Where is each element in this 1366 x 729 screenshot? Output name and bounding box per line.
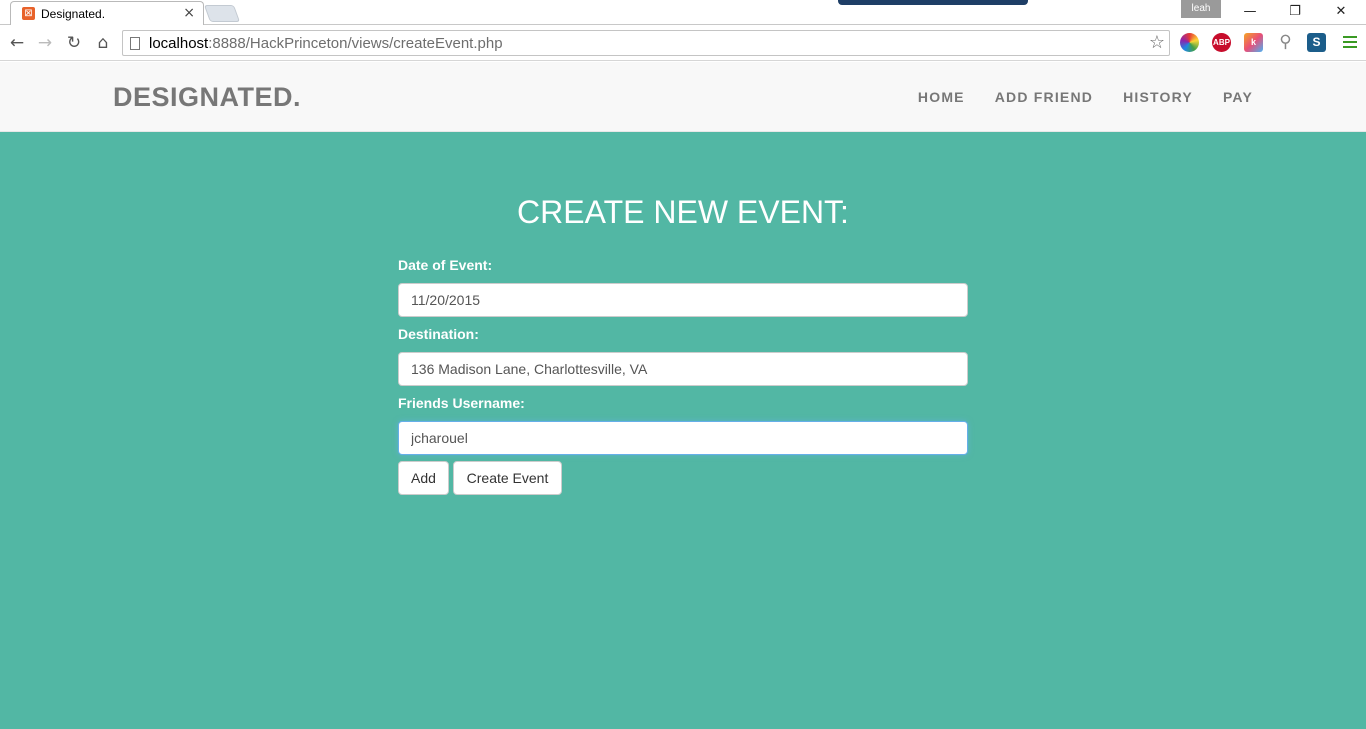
k-extension-icon[interactable]: k (1244, 33, 1263, 52)
new-tab-button[interactable] (203, 5, 241, 22)
address-bar[interactable]: localhost:8888/HackPrinceton/views/creat… (122, 30, 1170, 56)
page-title: CREATE NEW EVENT: (517, 194, 849, 230)
date-field[interactable] (398, 283, 968, 317)
restore-window-icon[interactable]: ❐ (1277, 2, 1313, 22)
destination-field[interactable] (398, 352, 968, 386)
minimize-window-icon[interactable]: — (1232, 2, 1268, 22)
create-event-button[interactable]: Create Event (453, 461, 562, 495)
tab-close-icon[interactable]: × (183, 5, 195, 21)
date-label: Date of Event: (398, 257, 493, 273)
add-friend-button[interactable]: Add (398, 461, 449, 495)
hamburger-menu-icon[interactable] (1343, 36, 1357, 50)
home-icon[interactable]: ⌂ (92, 32, 114, 54)
floating-window-edge (838, 0, 1028, 5)
brand-logo[interactable]: DESIGNATED. (113, 82, 301, 113)
browser-tabstrip: ⊠ Designated. × leah — ❐ ✕ (0, 0, 1366, 25)
friends-username-field[interactable] (398, 421, 968, 455)
forward-arrow-icon[interactable]: → (34, 32, 56, 54)
site-navbar: DESIGNATED. HOME ADD FRIEND HISTORY PAY (0, 62, 1366, 132)
s-extension-icon[interactable]: S (1307, 33, 1326, 52)
nav-history[interactable]: HISTORY (1123, 89, 1193, 105)
profile-badge[interactable]: leah (1181, 0, 1221, 18)
adblock-plus-extension-icon[interactable]: ABP (1212, 33, 1231, 52)
color-picker-extension-icon[interactable] (1180, 33, 1199, 52)
destination-label: Destination: (398, 326, 479, 342)
bookmark-star-icon[interactable]: ☆ (1149, 32, 1165, 53)
xampp-favicon-icon: ⊠ (22, 7, 35, 20)
nav-links: HOME ADD FRIEND HISTORY PAY (918, 89, 1253, 105)
tab-title: Designated. (41, 7, 106, 21)
reload-icon[interactable]: ↻ (63, 32, 85, 54)
nav-add-friend[interactable]: ADD FRIEND (995, 89, 1093, 105)
friends-username-label: Friends Username: (398, 395, 525, 411)
nav-home[interactable]: HOME (918, 89, 965, 105)
url-text[interactable]: localhost:8888/HackPrinceton/views/creat… (149, 35, 503, 52)
back-arrow-icon[interactable]: ← (6, 32, 28, 54)
main-content: CREATE NEW EVENT: Date of Event: Destina… (0, 132, 1366, 729)
close-window-icon[interactable]: ✕ (1323, 2, 1359, 22)
map-pin-extension-icon[interactable]: ⚲ (1276, 33, 1295, 52)
browser-tab-active[interactable]: ⊠ Designated. × (10, 1, 204, 25)
nav-pay[interactable]: PAY (1223, 89, 1253, 105)
browser-toolbar: ← → ↻ ⌂ localhost:8888/HackPrinceton/vie… (0, 25, 1366, 61)
page-icon (130, 37, 140, 50)
